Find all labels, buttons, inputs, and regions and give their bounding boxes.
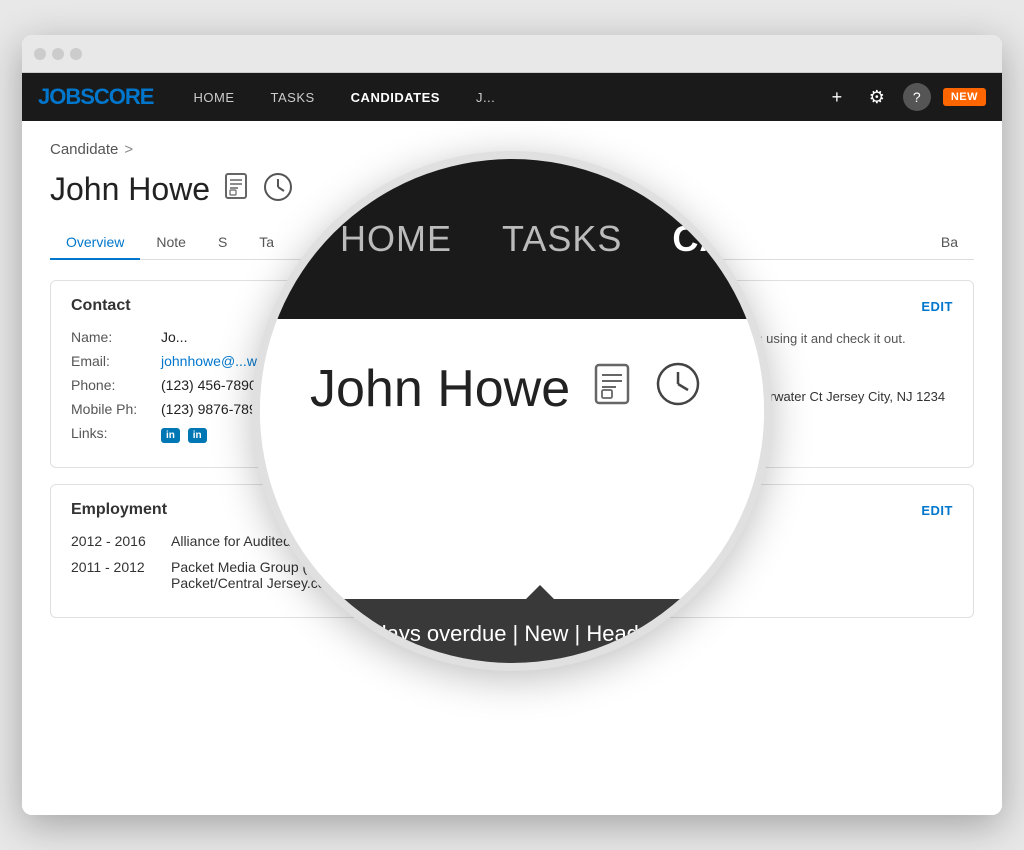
links-label: Links: <box>71 425 161 441</box>
help-icon[interactable]: ? <box>903 83 931 111</box>
breadcrumb: Candidate > <box>50 141 974 158</box>
email-value[interactable]: johnhowe@...we <box>161 353 643 369</box>
browser-chrome <box>22 35 1002 73</box>
emp-company-1: Alliance for Audited Media (AAM) <box>171 533 421 549</box>
right-panel-snippet: company was using it and check it out. <box>683 329 953 350</box>
tab-s[interactable]: S <box>202 226 243 260</box>
dot-close <box>34 48 46 60</box>
email-label: Email: <box>71 353 161 369</box>
dot-maximize <box>70 48 82 60</box>
contact-section-header: Contact EDIT <box>71 297 953 315</box>
source-label: So <box>683 360 953 381</box>
emp-role-2: Director of Interactive Media <box>421 559 596 575</box>
employment-row-1: 2012 - 2016 Alliance for Audited Media (… <box>71 533 953 549</box>
employment-title: Employment <box>71 501 167 519</box>
page-title-row: John Howe <box>50 164 974 214</box>
linkedin-badge-2[interactable]: in <box>188 428 207 443</box>
emp-years-2: 2011 - 2012 <box>71 559 171 575</box>
nav-more[interactable]: J... <box>460 73 511 121</box>
nav-candidates[interactable]: CANDIDATES <box>335 73 456 121</box>
emp-company-2: Packet Media Group (The Princeton Packet… <box>171 559 421 591</box>
nav-home[interactable]: HOME <box>178 73 251 121</box>
emp-role-1: Director, Client Solutions <box>421 533 574 549</box>
tooltip-text: 3 days overdue | New | Head of Sales <box>356 621 725 646</box>
browser-dots <box>34 48 82 60</box>
page-title: John Howe <box>50 171 210 208</box>
nav-tasks[interactable]: TASKS <box>255 73 331 121</box>
field-email: Email: johnhowe@...we <box>71 353 643 369</box>
employment-edit-button[interactable]: EDIT <box>921 503 953 518</box>
logo-blue: SCORE <box>80 84 153 109</box>
employment-row-2: 2011 - 2012 Packet Media Group (The Prin… <box>71 559 953 591</box>
tab-ta[interactable]: Ta <box>243 226 290 260</box>
field-name: Name: Jo... <box>71 329 643 345</box>
nav-right: + ⚙ ? NEW <box>823 83 986 111</box>
field-phone: Phone: (123) 456-7890 <box>71 377 643 393</box>
add-icon[interactable]: + <box>823 83 851 111</box>
gear-icon[interactable]: ⚙ <box>863 83 891 111</box>
name-value: Jo... <box>161 329 643 345</box>
logo: JOBSCORE <box>38 84 154 110</box>
contact-edit-button[interactable]: EDIT <box>921 299 953 314</box>
mobile-value: (123) 9876-7890 <box>161 401 643 417</box>
logo-black: JOB <box>38 84 80 109</box>
address-value: 123-45 E Shearwater Ct Jersey City, NJ 1… <box>683 387 953 408</box>
contact-title: Contact <box>71 297 131 315</box>
emp-years-1: 2012 - 2016 <box>71 533 171 549</box>
dot-minimize <box>52 48 64 60</box>
phone-value: (123) 456-7890 <box>161 377 643 393</box>
employment-section-header: Employment EDIT <box>71 501 953 519</box>
mobile-label: Mobile Ph: <box>71 401 161 417</box>
contact-section: Contact EDIT Name: Jo... Email: johnhowe… <box>50 280 974 468</box>
links-value: in in <box>161 425 643 443</box>
top-nav: JOBSCORE HOME TASKS CANDIDATES J... + ⚙ … <box>22 73 1002 121</box>
linkedin-badge-1[interactable]: in <box>161 428 180 443</box>
resume-icon[interactable] <box>222 172 250 207</box>
phone-label: Phone: <box>71 377 161 393</box>
tab-ba[interactable]: Ba <box>925 226 974 260</box>
tabs: Overview Note S Ta Ba <box>50 226 974 260</box>
employment-section: Employment EDIT 2012 - 2016 Alliance for… <box>50 484 974 618</box>
tab-overview[interactable]: Overview <box>50 226 140 260</box>
tab-notes[interactable]: Note <box>140 226 202 260</box>
clock-icon[interactable] <box>262 164 294 214</box>
breadcrumb-parent: Candidate <box>50 141 118 158</box>
field-mobile: Mobile Ph: (123) 9876-7890 <box>71 401 643 417</box>
field-links: Links: in in <box>71 425 643 443</box>
new-badge[interactable]: NEW <box>943 88 986 106</box>
page-content: Candidate > John Howe <box>22 121 1002 815</box>
browser-window: JOBSCORE HOME TASKS CANDIDATES J... + ⚙ … <box>22 35 1002 815</box>
name-label: Name: <box>71 329 161 345</box>
breadcrumb-separator: > <box>124 141 133 158</box>
nav-items: HOME TASKS CANDIDATES J... <box>178 73 823 121</box>
